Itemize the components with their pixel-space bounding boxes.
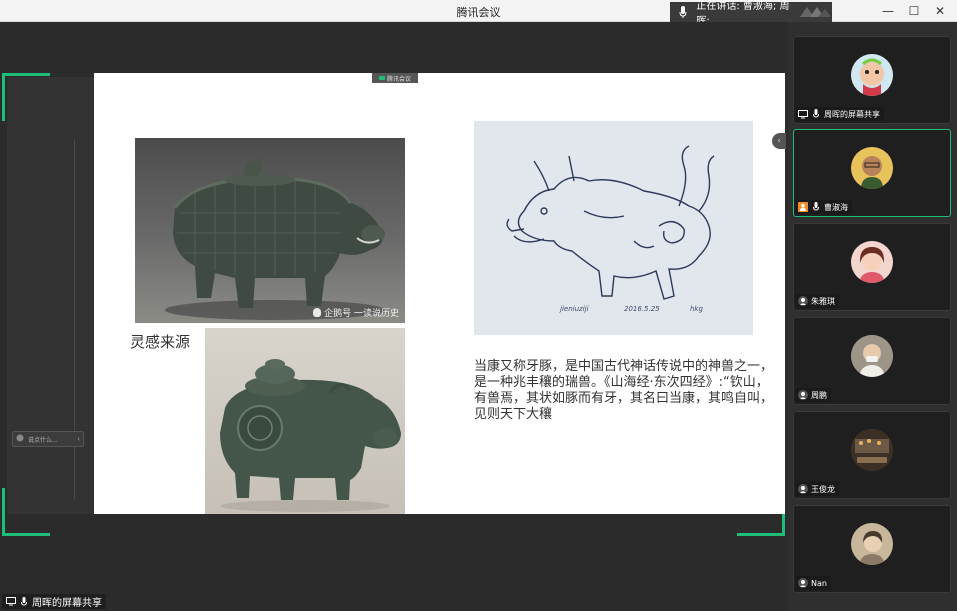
bronze-vessel-photo <box>205 328 405 514</box>
microphone-icon <box>676 5 690 19</box>
user-badge-icon <box>798 578 808 588</box>
participant-tile[interactable]: Nan <box>793 505 951 593</box>
dangkang-sketch: jieniuziji 2016.5.25 hkg <box>474 121 753 335</box>
avatar <box>851 54 893 96</box>
tencent-meeting-logo-icon <box>798 5 832 19</box>
avatar <box>851 147 893 189</box>
user-badge-icon <box>798 390 808 400</box>
microphone-icon <box>811 202 821 212</box>
participant-tile[interactable]: 朱雅琪 <box>793 223 951 311</box>
participant-name-tag: 王俊龙 <box>796 482 839 496</box>
screen-share-icon <box>6 597 16 607</box>
participant-name-tag: Nan <box>796 576 831 590</box>
participant-name-tag: 朱雅琪 <box>796 294 839 308</box>
avatar <box>851 429 893 471</box>
maximize-button[interactable]: ☐ <box>903 2 925 20</box>
avatar <box>851 523 893 565</box>
screen-share-icon <box>798 109 808 119</box>
sketch-signature-left: jieniuziji <box>560 305 589 313</box>
microphone-icon <box>811 109 821 119</box>
screen-share-label: 周晖的屏幕共享 <box>2 594 106 609</box>
meeting-icon <box>378 76 385 80</box>
chat-placeholder: 说点什么... <box>28 436 58 444</box>
chat-panel: 说点什么... ‹ <box>7 77 96 514</box>
collapse-sidebar-button[interactable]: ‹ <box>772 133 786 149</box>
window-controls: — ☐ ✕ <box>877 2 951 20</box>
speaking-indicator: 正在讲话: 曹淑海; 周晖; <box>670 1 832 27</box>
slide-description: 当康又称牙豚，是中国古代神话传说中的神兽之一，是一种兆丰穰的瑞兽。《山海经·东次… <box>474 359 774 422</box>
chevron-left-icon[interactable]: ‹ <box>77 435 80 443</box>
watermark: 企鹅号 一读说历史 <box>313 306 399 319</box>
avatar <box>851 241 893 283</box>
close-button[interactable]: ✕ <box>929 2 951 20</box>
minimize-button[interactable]: — <box>877 2 899 20</box>
participant-tile[interactable]: 曹淑海 <box>793 129 951 217</box>
bronze-boar-photo: 企鹅号 一读说历史 <box>135 138 405 323</box>
participant-name-tag: 周晖的屏幕共享 <box>796 107 884 121</box>
participant-name-tag: 周鹏 <box>796 388 831 402</box>
participant-name-tag: 曹淑海 <box>796 200 852 214</box>
avatar <box>851 335 893 377</box>
sketch-signature-right: hkg <box>690 305 703 313</box>
user-badge-icon <box>798 296 808 306</box>
sketch-signature-mid: 2016.5.25 <box>624 305 660 313</box>
participant-tile[interactable]: 周晖的屏幕共享 <box>793 36 951 124</box>
participant-tile[interactable]: 周鹏 <box>793 317 951 405</box>
chat-input[interactable]: 说点什么... ‹ <box>12 431 84 447</box>
inspiration-label: 灵感来源 <box>130 333 191 351</box>
user-badge-icon <box>798 484 808 494</box>
microphone-icon <box>19 596 29 607</box>
chat-emoji-icon[interactable] <box>16 434 24 444</box>
penguin-icon <box>313 308 322 317</box>
person-icon <box>798 202 808 212</box>
participant-sidebar: 周晖的屏幕共享 曹淑海 朱雅琪 周鹏 王俊龙 Nan <box>788 22 957 611</box>
title-bar: 腾讯会议 正在讲话: 曹淑海; 周晖; — ☐ ✕ <box>0 0 957 27</box>
slide-source-tag: 腾讯会议 <box>372 73 418 83</box>
participant-tile[interactable]: 王俊龙 <box>793 411 951 499</box>
screen-share-owner: 周晖的屏幕共享 <box>32 598 102 609</box>
